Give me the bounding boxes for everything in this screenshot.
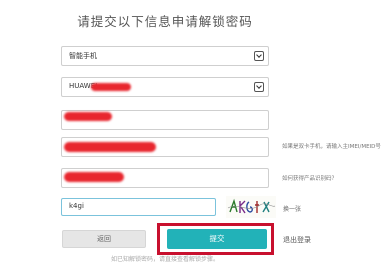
back-button[interactable]: 返回 xyxy=(62,230,146,248)
captcha-input[interactable]: k4gi xyxy=(61,198,216,216)
logout-link[interactable]: 退出登录 xyxy=(283,235,311,245)
product-id-help-link[interactable]: 如何获得产品识别码？ xyxy=(282,174,337,182)
device-type-value: 智能手机 xyxy=(69,52,97,60)
device-type-select[interactable]: 智能手机 xyxy=(61,46,269,66)
captcha-refresh-link[interactable]: 换一张 xyxy=(283,204,301,213)
redaction-mark xyxy=(64,142,156,152)
page-title: 请提交以下信息申请解锁密码 xyxy=(77,14,253,29)
captcha-image[interactable] xyxy=(226,196,276,218)
footer-note: 如已知解锁密码，请直接查看解锁步骤。 xyxy=(110,256,219,263)
chevron-down-icon xyxy=(254,82,264,92)
redaction-mark xyxy=(64,112,112,121)
imei-hint: 如果是双卡手机，请输入主IMEI/MEID号 xyxy=(282,144,381,150)
redaction-mark xyxy=(64,172,124,182)
captcha-input-value: k4gi xyxy=(69,202,84,210)
submit-button[interactable]: 提交 xyxy=(167,229,267,249)
chevron-down-icon xyxy=(254,51,264,61)
redaction-mark xyxy=(91,83,131,91)
